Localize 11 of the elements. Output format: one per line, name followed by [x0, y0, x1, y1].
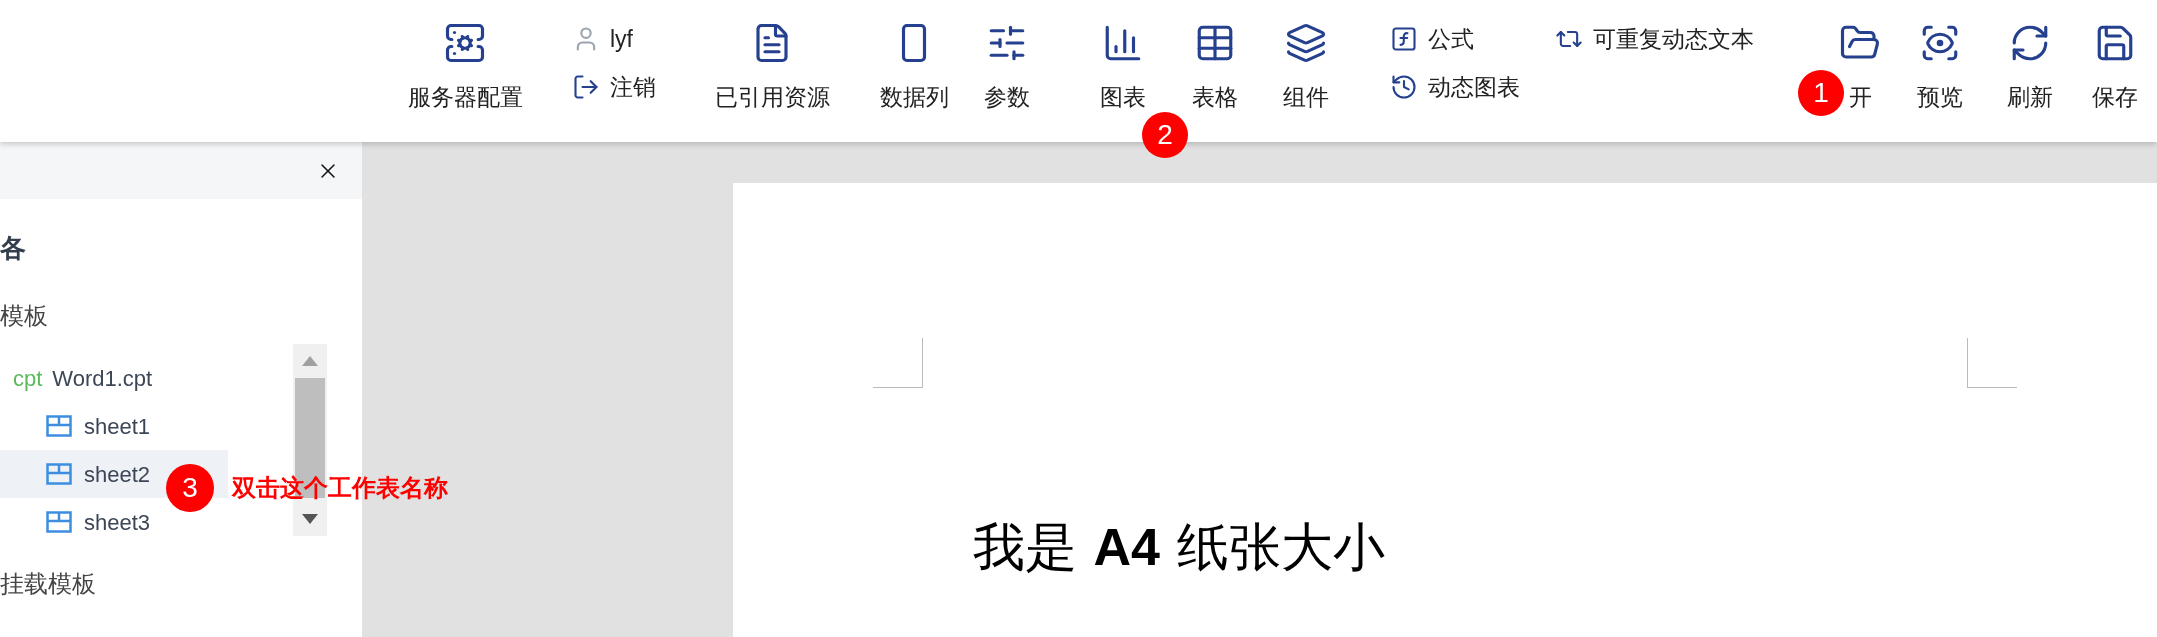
annotation-note: 双击这个工作表名称 [232, 473, 448, 503]
file-type-tag: cpt [13, 361, 43, 395]
section-title: 模板 [0, 301, 48, 331]
sheet-name: sheet3 [84, 508, 151, 537]
section-title: 挂载模板 [0, 569, 96, 599]
panel-heading: 各 [0, 232, 26, 265]
sheet-name: sheet1 [84, 412, 151, 441]
step-badge: 2 [1142, 112, 1188, 158]
sheet-name: sheet2 [84, 460, 151, 489]
document-text: 我是 A4 纸张大小 [973, 516, 1385, 579]
file-name: Word1.cpt [52, 364, 153, 393]
